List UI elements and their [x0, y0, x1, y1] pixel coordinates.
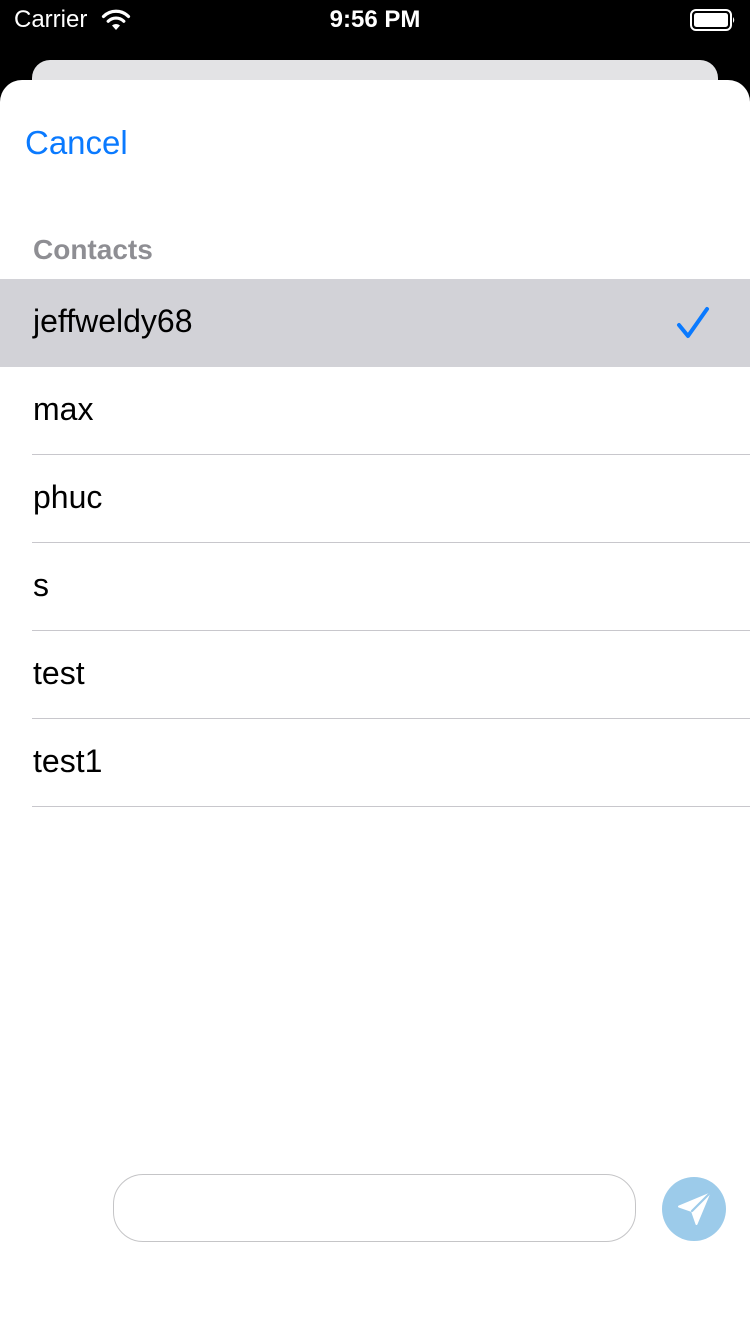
section-header-contacts: Contacts	[33, 234, 153, 265]
contact-name: max	[33, 391, 94, 427]
contact-name: test	[33, 655, 85, 691]
send-button[interactable]	[662, 1177, 726, 1241]
contact-list: jeffweldy68 max phuc s test test1	[0, 279, 750, 807]
message-input[interactable]	[113, 1174, 636, 1242]
cancel-button[interactable]: Cancel	[25, 124, 128, 162]
contact-name: test1	[33, 743, 103, 779]
contact-row[interactable]: phuc	[0, 455, 750, 543]
contact-name: jeffweldy68	[33, 303, 193, 339]
contact-row[interactable]: test1	[0, 719, 750, 807]
contact-name: s	[33, 567, 49, 603]
contact-row[interactable]: jeffweldy68	[0, 279, 750, 367]
checkmark-icon	[677, 307, 709, 338]
status-time: 9:56 PM	[329, 6, 421, 33]
row-separator	[32, 806, 750, 807]
contact-row[interactable]: s	[0, 543, 750, 631]
send-icon	[678, 1192, 711, 1225]
status-bar: Carrier 9:56 PM	[0, 0, 750, 40]
contact-picker-sheet: Cancel Contacts jeffweldy68 max phuc s t…	[0, 80, 750, 1334]
contact-name: phuc	[33, 479, 103, 515]
contact-row[interactable]: test	[0, 631, 750, 719]
battery-icon	[690, 9, 735, 31]
contact-row[interactable]: max	[0, 367, 750, 455]
